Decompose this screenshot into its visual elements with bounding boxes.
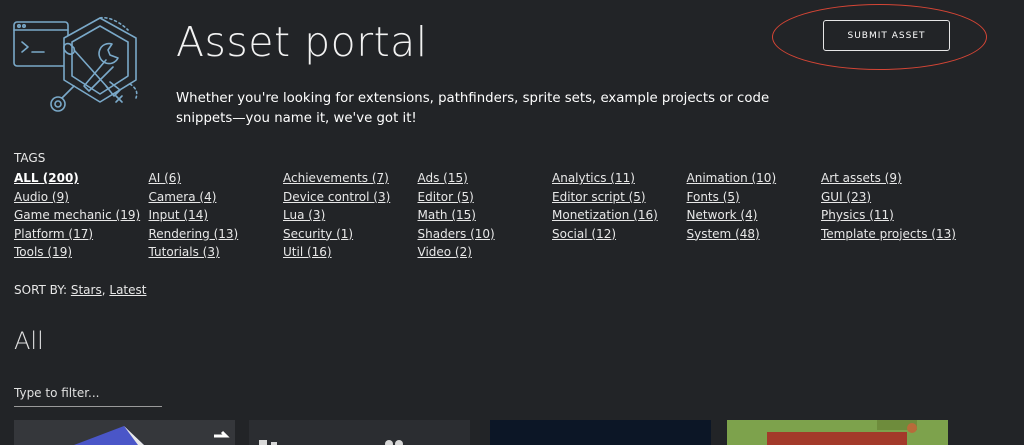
tag-link[interactable]: ALL (200) [14,169,149,188]
tag-link[interactable]: Physics (11) [821,206,956,225]
tag-link[interactable]: Input (14) [149,206,284,225]
tag-link[interactable]: Video (2) [418,243,553,262]
tag-link[interactable]: Tutorials (3) [149,243,284,262]
asset-thumbnail [259,440,403,445]
tag-link[interactable]: Monetization (16) [552,206,687,225]
asset-card[interactable] [249,420,470,445]
asset-card[interactable] [727,420,948,445]
tag-link[interactable]: Audio (9) [14,188,149,207]
tags-heading: TAGS [14,151,46,165]
tag-link[interactable]: GUI (23) [821,188,956,207]
tag-link[interactable]: Game mechanic (19) [14,206,149,225]
asset-card[interactable] [14,420,235,445]
tag-link[interactable]: System (48) [687,225,822,244]
tag-link[interactable]: Social (12) [552,225,687,244]
sort-separator: , [101,283,106,297]
tag-link[interactable]: Rendering (13) [149,225,284,244]
tag-link[interactable]: Editor script (5) [552,188,687,207]
sort-label: SORT BY: [14,283,68,297]
tag-link[interactable]: Animation (10) [687,169,822,188]
section-title: All [14,327,44,355]
tag-link[interactable]: Network (4) [687,206,822,225]
tag-link[interactable]: Lua (3) [283,206,418,225]
tag-link[interactable]: Util (16) [283,243,418,262]
asset-thumbnail [767,420,917,445]
tag-link[interactable]: Math (15) [418,206,553,225]
tag-link[interactable]: Achievements (7) [283,169,418,188]
tag-link[interactable]: Art assets (9) [821,169,956,188]
intro-text: Whether you're looking for extensions, p… [176,91,770,126]
tag-link[interactable]: Device control (3) [283,188,418,207]
sort-stars-link[interactable]: Stars [71,283,102,297]
tag-link[interactable]: Security (1) [283,225,418,244]
asset-card[interactable] [490,420,711,445]
sort-by: SORT BY: Stars, Latest [14,283,146,297]
asset-thumbnail [74,426,230,445]
tag-link[interactable]: Template projects (13) [821,225,956,244]
page-title: Asset portal [176,18,428,66]
tag-link[interactable]: Tools (19) [14,243,149,262]
hexagon-frame [63,17,137,103]
submit-asset-button[interactable]: SUBMIT ASSET [823,20,950,51]
tag-link[interactable]: Camera (4) [149,188,284,207]
filter-input[interactable] [14,380,162,407]
tag-link[interactable]: Editor (5) [418,188,553,207]
sort-latest-link[interactable]: Latest [109,283,146,297]
tag-link[interactable]: AI (6) [149,169,284,188]
tag-link[interactable]: Platform (17) [14,225,149,244]
asset-portal-logo [13,16,138,112]
tag-link[interactable]: Ads (15) [418,169,553,188]
tags-grid: ALL (200) AI (6) Achievements (7) Ads (1… [14,169,956,262]
tag-link[interactable]: Fonts (5) [687,188,822,207]
code-window-icon [13,21,69,67]
tag-link[interactable]: Analytics (11) [552,169,687,188]
tag-link[interactable]: Shaders (10) [418,225,553,244]
